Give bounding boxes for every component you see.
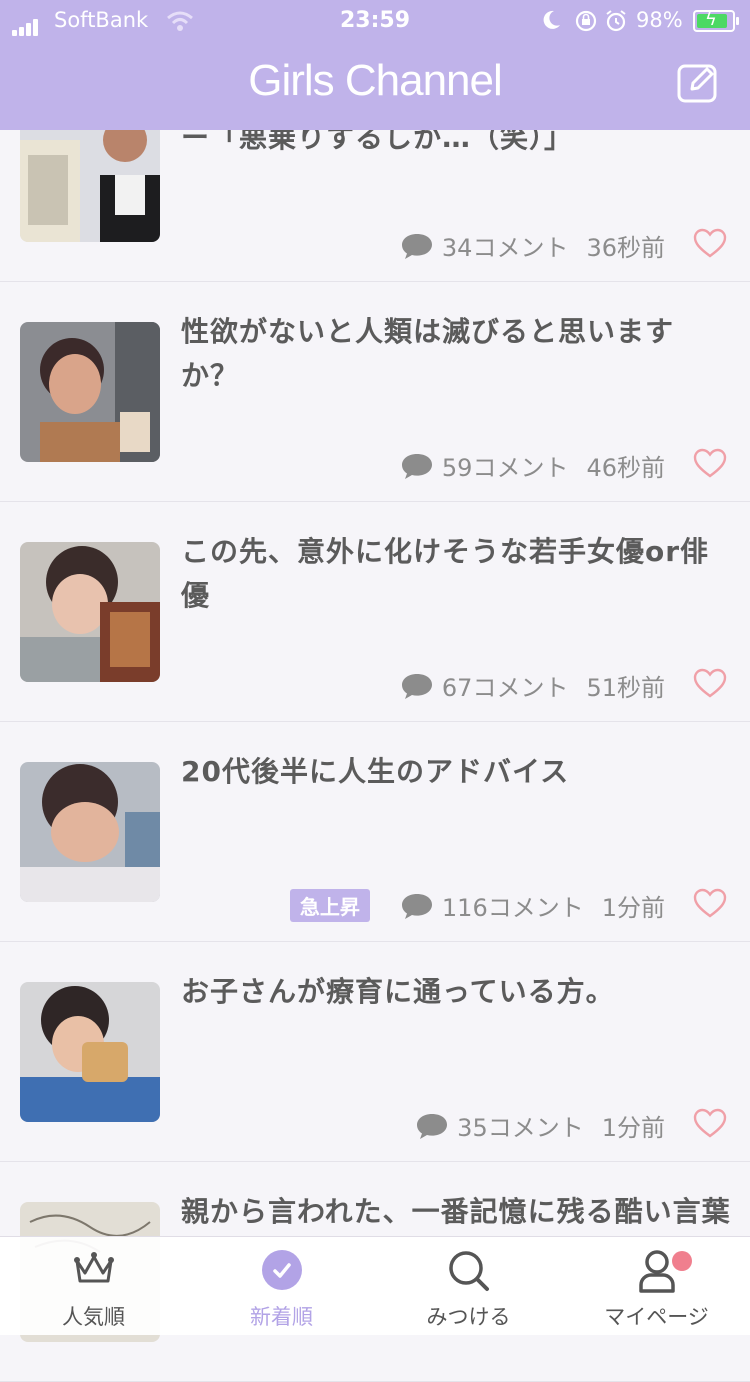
posted-time: 1分前 [601,894,665,922]
topic-meta: 35コメント 1分前 [415,1108,665,1143]
tab-mypage[interactable]: マイページ [563,1237,750,1335]
tab-label: マイページ [604,1305,709,1329]
topic-thumbnail [20,322,160,462]
app-header: SoftBank 23:59 98% ϟ Girls Channel [0,0,750,130]
heart-icon[interactable] [693,228,727,258]
comment-count: 116コメント [441,894,584,922]
topic-item[interactable]: この先、意外に化けそうな若手女優or俳優 67コメント 51秒前 [0,502,750,722]
heart-icon[interactable] [693,448,727,478]
topic-title: 20代後半に人生のアドバイス [181,755,570,788]
topic-thumbnail [20,982,160,1122]
topic-meta: 急上昇 116コメント 1分前 [289,888,665,923]
tab-label: 人気順 [62,1305,125,1329]
topic-item[interactable]: お子さんが療育に通っている方。 35コメント 1分前 [0,942,750,1162]
check-circle-icon [261,1250,302,1290]
battery-percent: 98% [636,8,683,32]
comment-icon [401,893,432,919]
heart-icon[interactable] [693,1108,727,1138]
tab-label: 新着順 [250,1305,313,1329]
comment-count: 34コメント [441,234,569,262]
trending-badge: 急上昇 [289,889,370,922]
battery-icon: ϟ [693,10,739,32]
comment-icon [401,453,432,479]
comment-count: 67コメント [441,674,569,702]
heart-icon[interactable] [693,668,727,698]
notification-dot [672,1251,692,1271]
topic-item[interactable]: 20代後半に人生のアドバイス 急上昇 116コメント 1分前 [0,722,750,942]
topic-title: この先、意外に化けそうな若手女優or俳優 [181,535,710,612]
topic-item[interactable]: 性欲がないと人類は滅びると思いますか？ 59コメント 46秒前 [0,282,750,502]
tab-search[interactable]: みつける [375,1237,562,1335]
app-title: Girls Channel [248,56,503,105]
heart-icon[interactable] [693,888,727,918]
topic-title: 性欲がないと人類は滅びると思いますか？ [181,315,675,392]
rotation-lock-icon [575,10,597,32]
posted-time: 51秒前 [586,674,665,702]
topic-thumbnail [20,120,160,242]
posted-time: 1分前 [601,1114,665,1142]
comment-icon [401,233,432,259]
topic-meta: 59コメント 46秒前 [400,448,665,483]
tab-label: みつける [426,1305,511,1329]
comment-icon [401,673,432,699]
topic-meta: 34コメント 36秒前 [400,228,665,263]
alarm-icon [606,10,626,32]
posted-time: 46秒前 [586,454,665,482]
tab-new[interactable]: 新着順 [188,1237,375,1335]
topic-title: お子さんが療育に通っている方。 [181,975,615,1008]
comment-icon [417,1113,448,1139]
posted-time: 36秒前 [586,234,665,262]
topic-thumbnail [20,542,160,682]
topic-list: 付き弁当箱が爆誕 ネット反応にメーカー「悪乗りするしか…（笑）」 34コメント … [0,62,750,1382]
moon-icon [543,10,560,29]
topic-title: 親から言われた、一番記憶に残る酷い言葉 [181,1195,731,1228]
person-icon [638,1250,675,1293]
comment-count: 35コメント [457,1114,584,1142]
topic-meta: 67コメント 51秒前 [400,668,665,703]
status-bar: SoftBank 23:59 98% ϟ [0,0,750,40]
comment-count: 59コメント [441,454,569,482]
crown-icon [73,1252,114,1283]
search-icon [448,1251,489,1291]
tab-popular[interactable]: 人気順 [0,1237,187,1335]
bottom-tab-bar: 人気順 新着順 みつける マイページ [0,1236,750,1335]
topic-thumbnail [20,762,160,902]
compose-icon[interactable] [676,62,720,104]
